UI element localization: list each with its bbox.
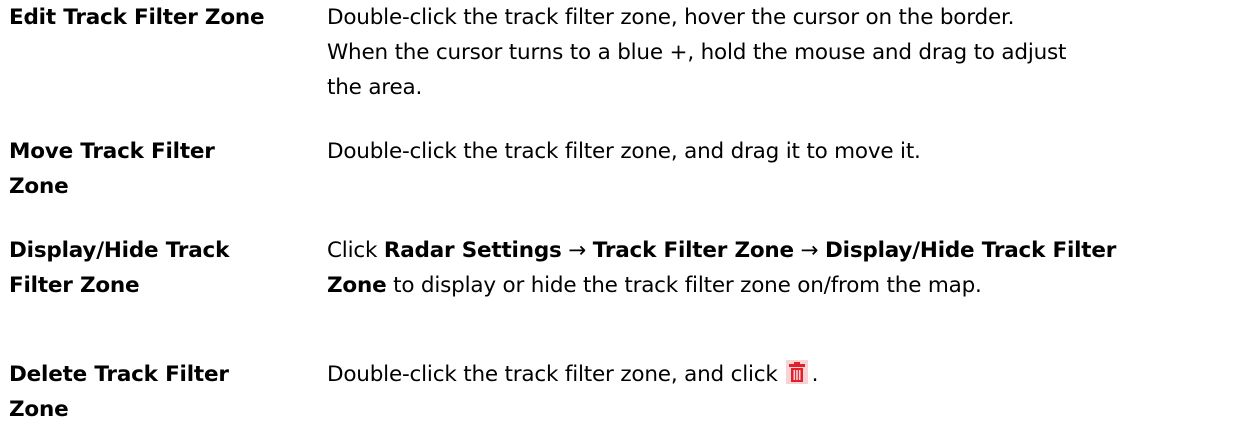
term-edit-track-filter-zone: Edit Track Filter Zone — [9, 0, 299, 35]
desc-display-hide-track-filter-zone: Click Radar Settings → Track Filter Zone… — [327, 233, 1232, 303]
desc-line: Double-click the track filter zone, hove… — [327, 5, 1015, 30]
desc-line: Click Radar Settings → Track Filter Zone… — [327, 233, 1232, 268]
term-move-track-filter-zone: Move Track Filter Zone — [9, 134, 299, 204]
desc-click-text: Click — [327, 238, 378, 263]
menu-track-filter-zone: Track Filter Zone — [592, 238, 794, 263]
menu-radar-settings: Radar Settings — [383, 238, 562, 263]
term-line: Display/Hide Track — [9, 238, 230, 263]
definition-table: Edit Track Filter Zone Double-click the … — [0, 0, 1236, 429]
desc-tail-text: to display or hide the track filter zone… — [393, 273, 982, 298]
desc-delete-end: . — [811, 362, 819, 387]
desc-line: When the cursor turns to a blue +, hold … — [327, 40, 1067, 65]
desc-line: Double-click the track filter zone, and … — [327, 139, 921, 164]
trash-icon-svg — [785, 360, 808, 384]
desc-line: Zone to display or hide the track filter… — [327, 268, 1232, 303]
trash-icon — [785, 360, 808, 395]
term-line: Delete Track Filter — [9, 362, 229, 387]
term-line: Zone — [9, 397, 69, 422]
menu-display-hide-part2: Zone — [327, 273, 387, 298]
term-line: Filter Zone — [9, 273, 140, 298]
term-delete-track-filter-zone: Delete Track Filter Zone — [9, 357, 299, 427]
desc-delete-track-filter-zone: Double-click the track filter zone, and … — [327, 357, 1232, 395]
arrow-separator: → — [568, 238, 587, 263]
desc-line: the area. — [327, 75, 423, 100]
desc-move-track-filter-zone: Double-click the track filter zone, and … — [327, 134, 1232, 169]
arrow-separator: → — [800, 238, 819, 263]
term-line: Edit Track Filter Zone — [9, 5, 265, 30]
desc-delete-text: Double-click the track filter zone, and … — [327, 362, 778, 387]
desc-edit-track-filter-zone: Double-click the track filter zone, hove… — [327, 0, 1232, 105]
term-line: Zone — [9, 174, 69, 199]
term-display-hide-track-filter-zone: Display/Hide Track Filter Zone — [9, 233, 299, 303]
desc-line: Double-click the track filter zone, and … — [327, 357, 1232, 395]
menu-display-hide-part1: Display/Hide Track Filter — [825, 238, 1117, 263]
term-line: Move Track Filter — [9, 139, 215, 164]
